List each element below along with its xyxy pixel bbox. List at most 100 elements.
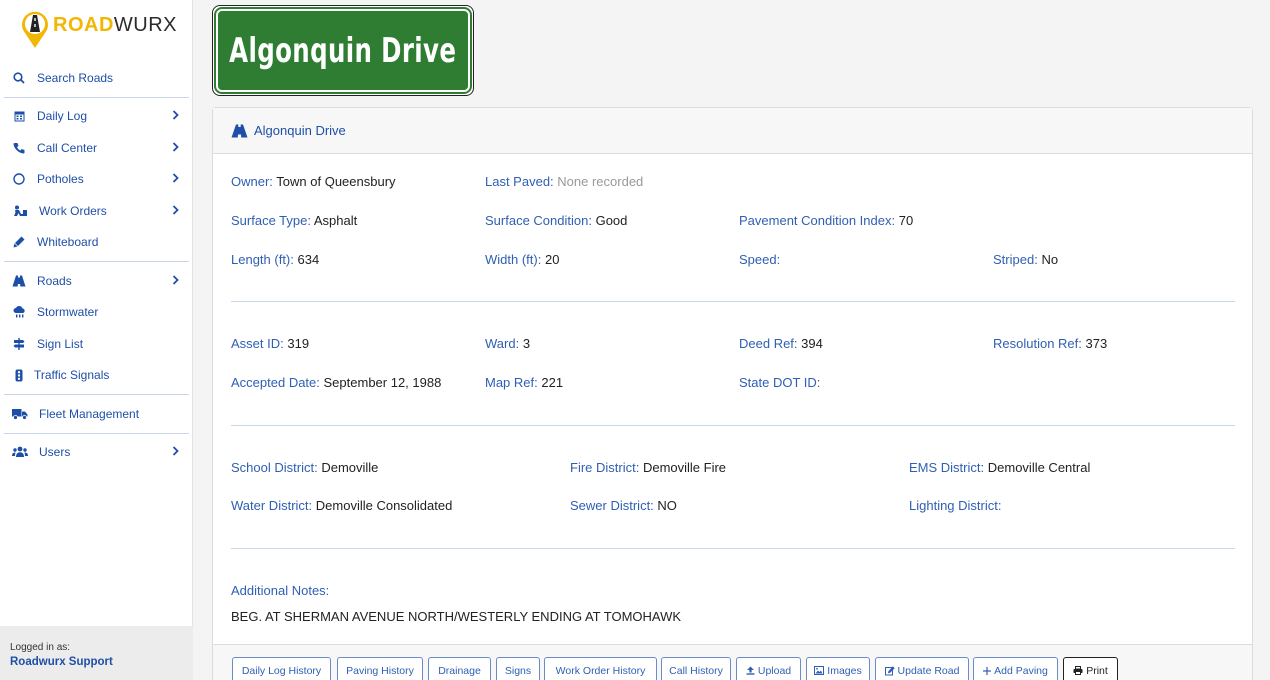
field-value: Asphalt <box>313 213 358 228</box>
signs-button[interactable]: Signs <box>496 657 540 680</box>
field-value: Demoville Central <box>987 460 1091 475</box>
field-value: 394 <box>801 336 823 351</box>
state-dot-id-field: State DOT ID: <box>739 375 820 390</box>
sidebar-item-traffic-signals[interactable]: Traffic Signals <box>0 360 193 392</box>
field-value: Town of Queensbury <box>276 174 396 189</box>
sidebar-item-whiteboard[interactable]: Whiteboard <box>0 227 193 259</box>
update-road-button[interactable]: Update Road <box>875 657 969 680</box>
cloud-rain-icon <box>12 305 26 319</box>
last-paved-field: Last Paved: None recorded <box>485 174 643 189</box>
field-value: Good <box>595 213 628 228</box>
marker-icon <box>12 235 26 249</box>
field-value: 221 <box>541 375 564 390</box>
sidebar-item-fleet-management[interactable]: Fleet Management <box>0 398 193 430</box>
accepted-date-field: Accepted Date: September 12, 1988 <box>231 375 441 390</box>
field-key: Deed Ref: <box>739 336 798 351</box>
sidebar-item-stormwater[interactable]: Stormwater <box>0 297 193 329</box>
sidebar-item-label: Roads <box>37 273 72 288</box>
fire-district-field: Fire District: Demoville Fire <box>570 460 726 475</box>
sidebar-item-daily-log[interactable]: Daily Log <box>0 101 193 133</box>
field-key: Sewer District: <box>570 498 654 513</box>
brand-logo[interactable]: ROADWURX <box>20 9 177 49</box>
brand-name: ROADWURX <box>53 14 177 37</box>
paving-history-button[interactable]: Paving History <box>337 657 423 680</box>
drainage-button[interactable]: Drainage <box>428 657 491 680</box>
print-button[interactable]: Print <box>1063 657 1118 680</box>
divider <box>4 261 189 262</box>
calendar-icon <box>12 109 26 123</box>
phone-icon <box>12 141 26 155</box>
work-order-history-button[interactable]: Work Order History <box>544 657 657 680</box>
owner-field: Owner: Town of Queensbury <box>231 174 396 189</box>
field-value: NO <box>657 498 677 513</box>
striped-field: Striped: No <box>993 252 1058 267</box>
field-value: 20 <box>544 252 560 267</box>
sidebar-item-label: Search Roads <box>37 70 114 85</box>
sidebar-item-label: Users <box>39 445 71 460</box>
map-ref-field: Map Ref: 221 <box>485 375 563 390</box>
field-key: Length (ft): <box>231 252 294 267</box>
field-value: Demoville Fire <box>642 460 727 475</box>
ward-field: Ward: 3 <box>485 336 530 351</box>
button-label: Work Order History <box>555 664 646 677</box>
sidebar-item-potholes[interactable]: Potholes <box>0 164 193 196</box>
field-value: None recorded <box>557 174 644 189</box>
worker-icon <box>12 204 28 218</box>
speed-field: Speed: <box>739 252 780 267</box>
daily-log-history-button[interactable]: Daily Log History <box>232 657 331 680</box>
button-label: Upload <box>757 664 792 677</box>
field-value: 319 <box>287 336 310 351</box>
field-key: Asset ID: <box>231 336 284 351</box>
field-value: 3 <box>522 336 531 351</box>
button-label: Paving History <box>346 664 414 677</box>
field-value: 70 <box>898 213 914 228</box>
road-sign-panel: Algonquin Drive <box>214 7 472 94</box>
divider <box>4 394 189 395</box>
field-key: Ward: <box>485 336 520 351</box>
sidebar-item-roads[interactable]: Roads <box>0 265 193 297</box>
button-label: Signs <box>504 664 532 677</box>
sidebar-item-label: Call Center <box>37 140 98 155</box>
field-key: Striped: <box>993 252 1038 267</box>
width-field: Width (ft): 20 <box>485 252 559 267</box>
button-label: Images <box>827 664 862 677</box>
print-icon <box>1073 666 1083 675</box>
sidebar-item-call-center[interactable]: Call Center <box>0 132 193 164</box>
resolution-ref-field: Resolution Ref: 373 <box>993 336 1107 351</box>
button-label: Update Road <box>897 664 960 677</box>
field-value: Demoville <box>321 460 379 475</box>
sewer-district-field: Sewer District: NO <box>570 498 677 513</box>
field-key: Surface Type: <box>231 213 311 228</box>
call-history-button[interactable]: Call History <box>661 657 731 680</box>
field-key: Accepted Date: <box>231 375 320 390</box>
surface-type-field: Surface Type: Asphalt <box>231 213 357 228</box>
sidebar-item-work-orders[interactable]: Work Orders <box>0 195 193 227</box>
field-value: No <box>1041 252 1059 267</box>
chevron-right-icon <box>172 274 179 288</box>
images-button[interactable]: Images <box>806 657 870 680</box>
sidebar-item-sign-list[interactable]: Sign List <box>0 328 193 360</box>
upload-button[interactable]: Upload <box>736 657 801 680</box>
sidebar: ROADWURX Search Roads Daily Log Call Cen… <box>0 0 193 680</box>
notes-label: Additional Notes: <box>231 583 330 598</box>
section-divider <box>231 301 1235 302</box>
surface-condition-field: Surface Condition: Good <box>485 213 627 228</box>
logged-in-panel: Logged in as: Roadwurx Support <box>0 626 193 680</box>
notes-text: BEG. AT SHERMAN AVENUE NORTH/WESTERLY EN… <box>231 609 682 624</box>
road-detail-card: Algonquin Drive Owner: Town of Queensbur… <box>212 107 1253 680</box>
length-field: Length (ft): 634 <box>231 252 319 267</box>
section-divider <box>231 548 1235 549</box>
sidebar-item-users[interactable]: Users <box>0 437 193 469</box>
add-paving-button[interactable]: Add Paving <box>973 657 1058 680</box>
sidebar-item-label: Traffic Signals <box>34 368 110 383</box>
field-key: Speed: <box>739 252 781 267</box>
logo-pin-icon <box>20 9 50 49</box>
sidebar-item-search-roads[interactable]: Search Roads <box>0 62 193 94</box>
chevron-right-icon <box>172 172 179 186</box>
card-header: Algonquin Drive <box>213 108 1252 154</box>
traffic-light-icon <box>12 368 26 382</box>
field-key: Lighting District: <box>909 498 1002 513</box>
brand-road-text: ROAD <box>53 13 114 36</box>
chevron-right-icon <box>172 109 179 123</box>
logged-in-user[interactable]: Roadwurx Support <box>10 656 193 668</box>
